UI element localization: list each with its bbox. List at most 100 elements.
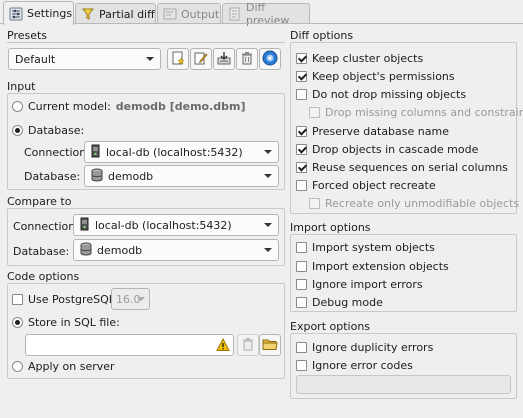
chevron-down-icon xyxy=(264,223,272,227)
delete-icon xyxy=(241,337,255,354)
preset-select[interactable]: Default xyxy=(8,48,161,70)
ignore-import-errors-checkbox[interactable]: Ignore import errors xyxy=(296,278,423,291)
compare-database-select[interactable]: demodb xyxy=(73,239,279,261)
input-database-label: Database: xyxy=(24,170,81,183)
presets-title: Presets xyxy=(7,29,48,42)
select-sql-file-button[interactable] xyxy=(259,334,281,356)
input-title: Input xyxy=(7,80,36,93)
input-connection-label: Connection: xyxy=(24,146,90,159)
database-radio[interactable]: Database: xyxy=(12,124,84,137)
preserve-database-name-checkbox[interactable]: Preserve database name xyxy=(296,125,449,138)
keep-permissions-checkbox[interactable]: Keep object's permissions xyxy=(296,70,455,83)
keep-cluster-objects-label: Keep cluster objects xyxy=(312,52,424,65)
drop-missing-columns-check-indicator[interactable] xyxy=(309,107,320,118)
tab-partial-diff[interactable]: Partial diff xyxy=(75,3,156,24)
server-icon xyxy=(80,217,90,234)
import-system-objects-checkbox[interactable]: Import system objects xyxy=(296,241,435,254)
do-not-drop-missing-checkbox[interactable]: Do not drop missing objects xyxy=(296,88,466,101)
ignore-error-codes-check-indicator[interactable] xyxy=(296,360,307,371)
error-codes-input[interactable] xyxy=(296,375,511,394)
delete-preset-icon xyxy=(240,51,254,68)
chevron-down-icon xyxy=(146,57,154,61)
delete-preset-button[interactable] xyxy=(236,48,258,70)
use-postgresql-label: Use PostgreSQL: xyxy=(28,293,119,306)
import-system-objects-label: Import system objects xyxy=(312,241,435,254)
current-model-radio[interactable]: Current model: demodb [demo.dbm] xyxy=(12,100,246,113)
tab-partial-diff-label: Partial diff xyxy=(99,7,155,21)
use-postgresql-check-indicator[interactable] xyxy=(12,294,23,305)
tab-diff-preview[interactable]: Diff preview xyxy=(222,1,310,27)
keep-permissions-label: Keep object's permissions xyxy=(312,70,455,83)
database-icon xyxy=(80,242,92,259)
debug-mode-check-indicator[interactable] xyxy=(296,297,307,308)
default-preset-button[interactable] xyxy=(259,48,281,70)
save-preset-button[interactable] xyxy=(213,48,235,70)
store-sql-radio[interactable]: Store in SQL file: xyxy=(12,316,120,329)
compare-connection-value: local-db (localhost:5432) xyxy=(95,218,232,232)
input-connection-select[interactable]: local-db (localhost:5432) xyxy=(84,141,279,163)
keep-cluster-objects-checkbox[interactable]: Keep cluster objects xyxy=(296,52,423,65)
store-sql-label: Store in SQL file: xyxy=(28,316,120,329)
debug-mode-checkbox[interactable]: Debug mode xyxy=(296,296,383,309)
drop-cascade-check-indicator[interactable] xyxy=(296,144,307,155)
chevron-down-icon xyxy=(137,297,145,301)
tab-bar: Settings Partial diff Output Diff previe… xyxy=(0,0,523,27)
compare-connection-select[interactable]: local-db (localhost:5432) xyxy=(73,214,279,236)
database-icon xyxy=(91,168,103,185)
tab-output-label: Output xyxy=(181,7,220,21)
tab-output[interactable]: Output xyxy=(157,3,221,24)
warning-icon xyxy=(216,337,230,355)
ignore-import-errors-label: Ignore import errors xyxy=(312,278,423,291)
input-database-select[interactable]: demodb xyxy=(84,165,279,187)
recreate-unmodifiable-check-indicator[interactable] xyxy=(309,198,320,209)
input-connection-value: local-db (localhost:5432) xyxy=(106,145,243,159)
do-not-drop-missing-check-indicator[interactable] xyxy=(296,89,307,100)
reuse-sequences-checkbox[interactable]: Reuse sequences on serial columns xyxy=(296,161,508,174)
sql-file-input[interactable] xyxy=(25,334,234,356)
forced-recreate-checkbox[interactable]: Forced object recreate xyxy=(296,179,436,192)
forced-recreate-check-indicator[interactable] xyxy=(296,180,307,191)
compare-connection-label: Connection: xyxy=(13,220,79,233)
tab-settings[interactable]: Settings xyxy=(3,1,74,25)
chevron-down-icon xyxy=(264,248,272,252)
pg-version-select[interactable]: 16.0 xyxy=(111,288,150,310)
drop-cascade-checkbox[interactable]: Drop objects in cascade mode xyxy=(296,143,478,156)
drop-cascade-label: Drop objects in cascade mode xyxy=(312,143,479,156)
recreate-unmodifiable-label: Recreate only unmodifiable objects xyxy=(325,197,520,210)
import-extension-objects-check-indicator[interactable] xyxy=(296,261,307,272)
ignore-import-errors-check-indicator[interactable] xyxy=(296,279,307,290)
compare-database-value: demodb xyxy=(97,243,143,257)
edit-preset-button[interactable] xyxy=(190,48,212,70)
current-model-radio-indicator[interactable] xyxy=(12,101,23,112)
import-extension-objects-label: Import extension objects xyxy=(312,260,449,273)
reuse-sequences-check-indicator[interactable] xyxy=(296,162,307,173)
preserve-database-name-check-indicator[interactable] xyxy=(296,126,307,137)
compare-to-title: Compare to xyxy=(7,195,72,208)
keep-permissions-check-indicator[interactable] xyxy=(296,71,307,82)
apply-on-server-radio[interactable]: Apply on server xyxy=(12,360,115,373)
reuse-sequences-label: Reuse sequences on serial columns xyxy=(312,161,508,174)
chevron-down-icon xyxy=(264,174,272,178)
new-preset-button[interactable] xyxy=(167,48,189,70)
ignore-error-codes-checkbox[interactable]: Ignore error codes xyxy=(296,359,413,372)
recreate-unmodifiable-checkbox[interactable]: Recreate only unmodifiable objects xyxy=(309,197,519,210)
store-sql-radio-indicator[interactable] xyxy=(12,317,23,328)
import-extension-objects-checkbox[interactable]: Import extension objects xyxy=(296,260,449,273)
drop-missing-columns-checkbox[interactable]: Drop missing columns and constraints xyxy=(309,106,523,119)
use-postgresql-checkbox[interactable]: Use PostgreSQL: xyxy=(12,293,119,306)
debug-mode-label: Debug mode xyxy=(312,296,383,309)
ignore-duplicity-errors-check-indicator[interactable] xyxy=(296,342,307,353)
tab-settings-label: Settings xyxy=(27,7,73,20)
ignore-duplicity-errors-checkbox[interactable]: Ignore duplicity errors xyxy=(296,341,433,354)
current-model-value: demodb [demo.dbm] xyxy=(115,100,246,113)
clear-sql-file-button[interactable] xyxy=(237,334,259,356)
import-system-objects-check-indicator[interactable] xyxy=(296,242,307,253)
diff-preview-icon xyxy=(228,7,242,21)
database-radio-indicator[interactable] xyxy=(12,125,23,136)
apply-on-server-radio-indicator[interactable] xyxy=(12,361,23,372)
import-options-title: Import options xyxy=(290,221,371,234)
ignore-error-codes-label: Ignore error codes xyxy=(312,359,413,372)
keep-cluster-objects-check-indicator[interactable] xyxy=(296,53,307,64)
edit-preset-icon xyxy=(194,51,208,68)
database-radio-label: Database: xyxy=(28,124,85,137)
